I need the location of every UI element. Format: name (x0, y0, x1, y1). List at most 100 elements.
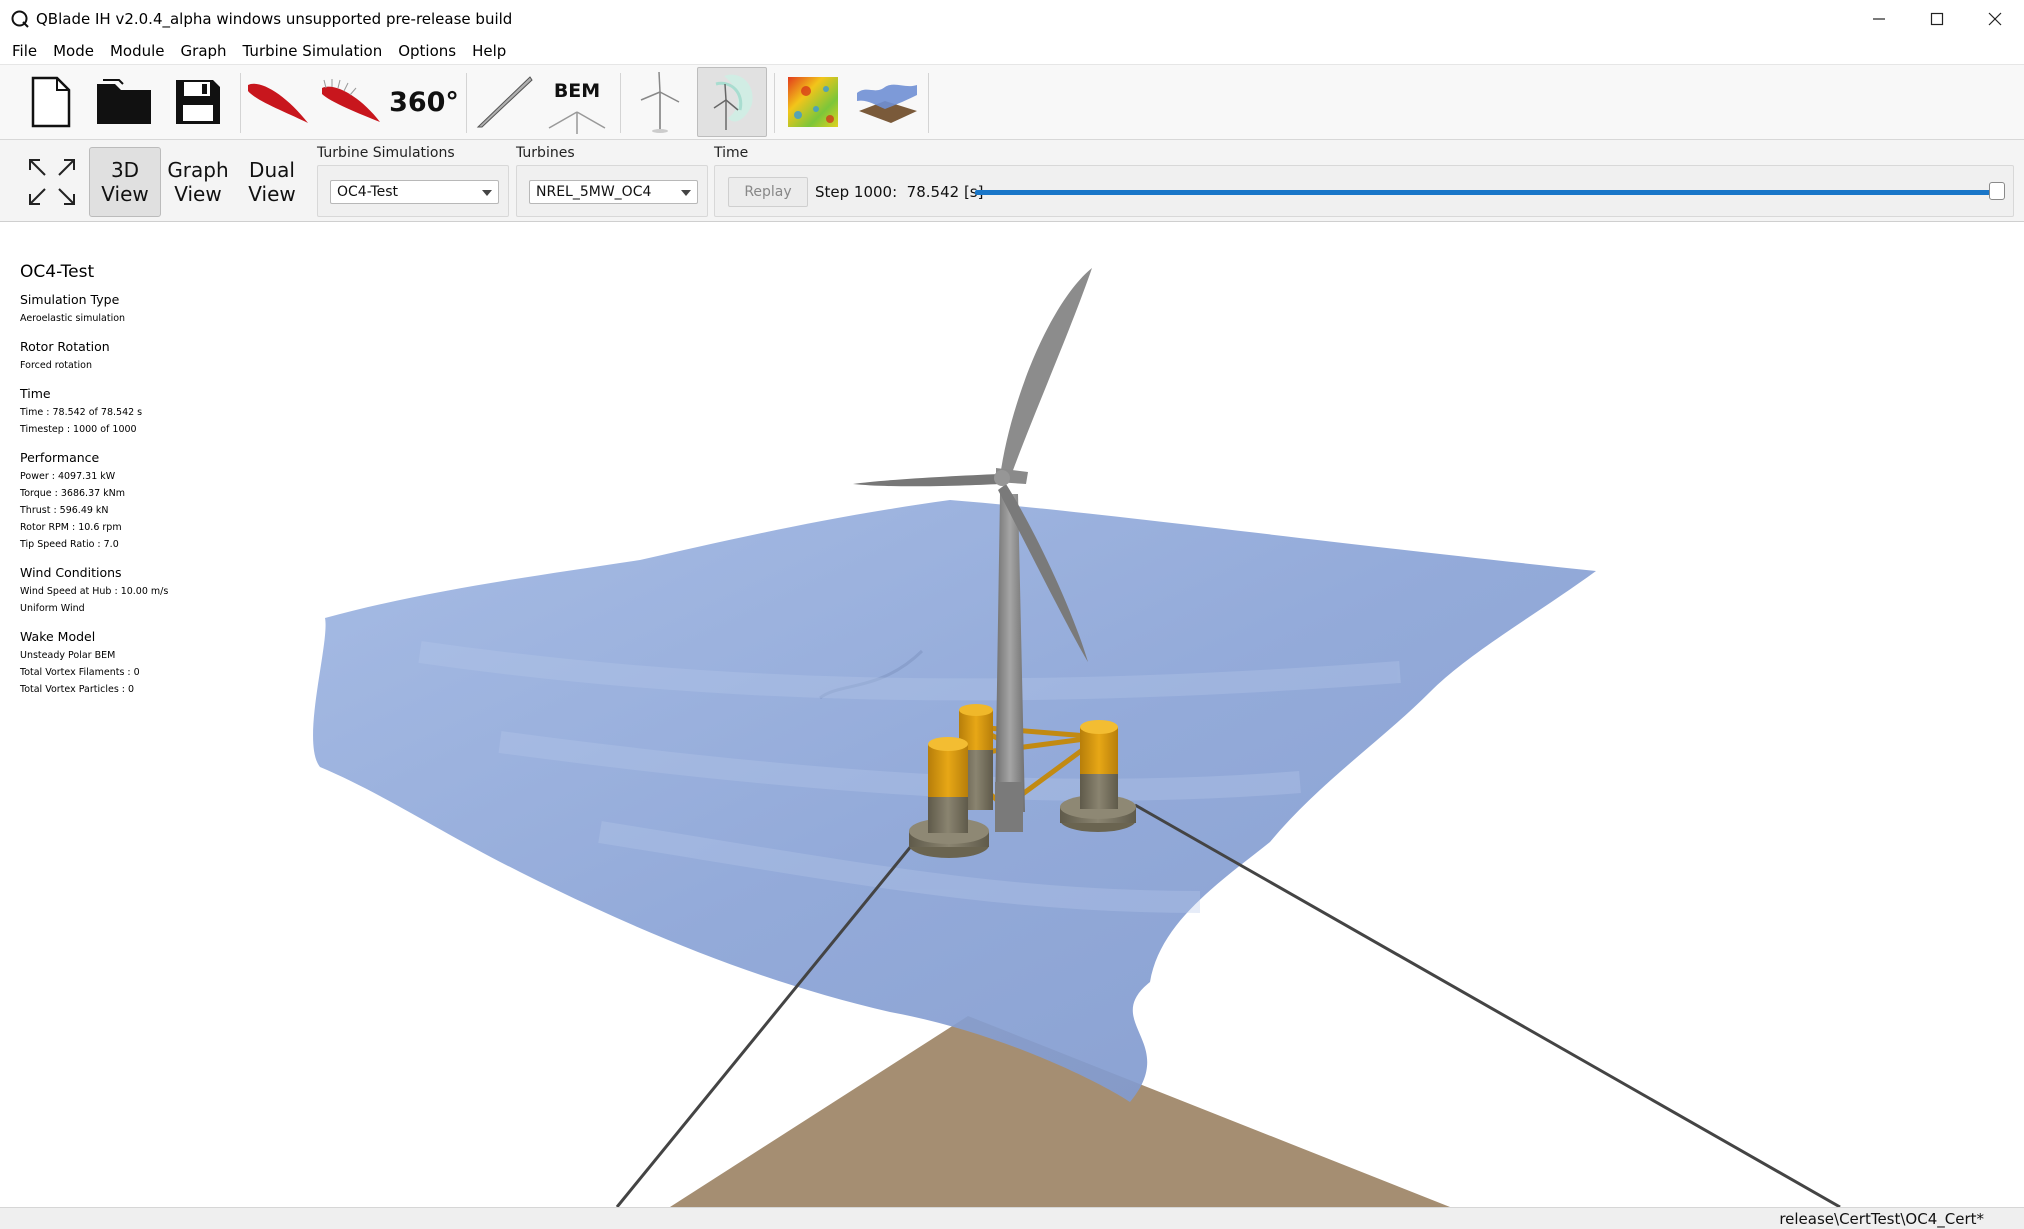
minimize-button[interactable] (1850, 0, 1908, 38)
maximize-button[interactable] (1908, 0, 1966, 38)
info-line: Torque : 3686.37 kNm (20, 488, 126, 499)
info-line: Time : 78.542 of 78.542 s (20, 407, 143, 418)
menu-help[interactable]: Help (464, 42, 514, 60)
info-heading: Wake Model (20, 629, 96, 644)
blade-design-button[interactable] (469, 67, 539, 137)
menu-graph[interactable]: Graph (173, 42, 235, 60)
menu-file[interactable]: File (4, 42, 45, 60)
new-project-button[interactable] (15, 67, 85, 137)
blade (1000, 268, 1092, 484)
bem-rotor-icon (548, 111, 606, 134)
replay-button[interactable]: Replay (728, 177, 808, 207)
turbine-simulation-icon (713, 74, 753, 130)
info-line: Tip Speed Ratio : 7.0 (20, 539, 119, 550)
menu-bar: File Mode Module Graph Turbine Simulatio… (0, 38, 2024, 64)
polar-360-label: 360° (389, 86, 459, 118)
polar-360-button[interactable]: 360° (389, 67, 459, 137)
info-heading: Performance (20, 450, 100, 465)
graph-view-line2: View (174, 182, 222, 206)
new-file-icon (31, 76, 71, 128)
turbine-simulation-button[interactable] (697, 67, 767, 137)
info-heading: Simulation Type (20, 292, 120, 307)
turbine-select-value: NREL_5MW_OC4 (536, 184, 652, 200)
fullscreen-icon (29, 159, 75, 205)
maximize-icon (1930, 12, 1944, 26)
info-section-simulation-type: Simulation Type Aeroelastic simulation (20, 292, 280, 327)
info-line: Unsteady Polar BEM (20, 650, 116, 661)
airfoil-module-button[interactable] (243, 67, 313, 137)
dual-view-line1: Dual (249, 158, 295, 182)
info-section-wake-model: Wake Model Unsteady Polar BEM Total Vort… (20, 629, 280, 698)
info-line: Forced rotation (20, 360, 93, 371)
time-control-group: Time (712, 140, 2018, 222)
open-folder-icon (97, 79, 151, 124)
info-section-wind-conditions: Wind Conditions Wind Speed at Hub : 10.0… (20, 565, 280, 617)
turbine-selector-group: Turbines NREL_5MW_OC4 (514, 140, 710, 222)
blade-icon (476, 76, 533, 128)
close-button[interactable] (1966, 0, 2024, 38)
info-line: Power : 4097.31 kW (20, 471, 116, 482)
dual-view-button[interactable]: Dual View (236, 147, 308, 217)
three-d-viewport[interactable]: OC4-Test Simulation Type Aeroelastic sim… (0, 222, 2024, 1207)
chevron-down-icon (482, 190, 492, 196)
info-heading: Time (20, 386, 51, 401)
info-heading: Rotor Rotation (20, 339, 110, 354)
step-readout: Step 1000: 78.542 [s] (815, 183, 984, 201)
simulation-selector-group: Turbine Simulations OC4-Test (315, 140, 511, 222)
wave-module-button[interactable] (852, 67, 922, 137)
time-slider-track[interactable] (975, 190, 1997, 195)
polar-module-button[interactable] (316, 67, 386, 137)
time-label: Time (714, 145, 749, 161)
three-d-view-line2: View (101, 182, 149, 206)
info-section-time: Time Time : 78.542 of 78.542 s Timestep … (20, 386, 280, 438)
info-line: Wind Speed at Hub : 10.00 m/s (20, 586, 169, 597)
menu-options[interactable]: Options (390, 42, 464, 60)
window-title: QBlade IH v2.0.4_alpha windows unsupport… (36, 10, 513, 28)
open-project-button[interactable] (89, 67, 159, 137)
turbine-scene (313, 268, 1841, 1207)
info-line: Total Vortex Filaments : 0 (20, 667, 140, 678)
save-icon (176, 80, 220, 124)
title-bar: QBlade IH v2.0.4_alpha windows unsupport… (0, 0, 2024, 38)
polar-icon (322, 79, 380, 122)
turbine-definition-button[interactable] (625, 67, 695, 137)
bem-module-button[interactable]: BEM (542, 67, 612, 137)
three-d-view-line1: 3D (110, 158, 140, 182)
qblade-logo-icon (10, 9, 30, 29)
turbine-select[interactable]: NREL_5MW_OC4 (529, 180, 698, 204)
main-toolbar: 360° BEM (0, 64, 2024, 140)
status-bar: release\CertTest\OC4_Cert* (0, 1207, 2024, 1229)
close-icon (1988, 12, 2002, 26)
graph-view-button[interactable]: Graph View (162, 147, 234, 217)
info-line: Timestep : 1000 of 1000 (20, 424, 137, 435)
three-d-view-button[interactable]: 3D View (89, 147, 161, 217)
window-controls (1850, 0, 2024, 38)
time-slider-handle[interactable] (1989, 182, 2005, 200)
windfield-module-button[interactable] (778, 67, 848, 137)
minimize-icon (1873, 18, 1885, 20)
fullscreen-button[interactable] (16, 147, 88, 217)
info-line: Total Vortex Particles : 0 (20, 684, 135, 695)
menu-mode[interactable]: Mode (45, 42, 102, 60)
info-section-rotor-rotation: Rotor Rotation Forced rotation (20, 339, 280, 374)
info-line: Rotor RPM : 10.6 rpm (20, 522, 122, 533)
turbine-icon (640, 71, 680, 133)
graph-view-line1: Graph (167, 158, 229, 182)
dual-view-line2: View (248, 182, 296, 206)
simulation-name: OC4-Test (20, 262, 95, 282)
info-line: Aeroelastic simulation (20, 313, 126, 324)
info-line: Thrust : 596.49 kN (20, 505, 109, 516)
view-control-bar: 3D View Graph View Dual View Turbine Simula… (0, 140, 2024, 222)
windfield-icon (788, 77, 838, 127)
blade (853, 474, 1000, 487)
menu-turbine-simulation[interactable]: Turbine Simulation (235, 42, 391, 60)
menu-module[interactable]: Module (102, 42, 173, 60)
simulation-select[interactable]: OC4-Test (330, 180, 499, 204)
info-line: Uniform Wind (20, 603, 85, 614)
project-path: release\CertTest\OC4_Cert* (1779, 1210, 1984, 1228)
info-heading: Wind Conditions (20, 565, 122, 580)
simulation-selector-label: Turbine Simulations (317, 145, 455, 161)
save-project-button[interactable] (163, 67, 233, 137)
airfoil-icon (248, 83, 308, 123)
simulation-select-value: OC4-Test (337, 184, 399, 200)
